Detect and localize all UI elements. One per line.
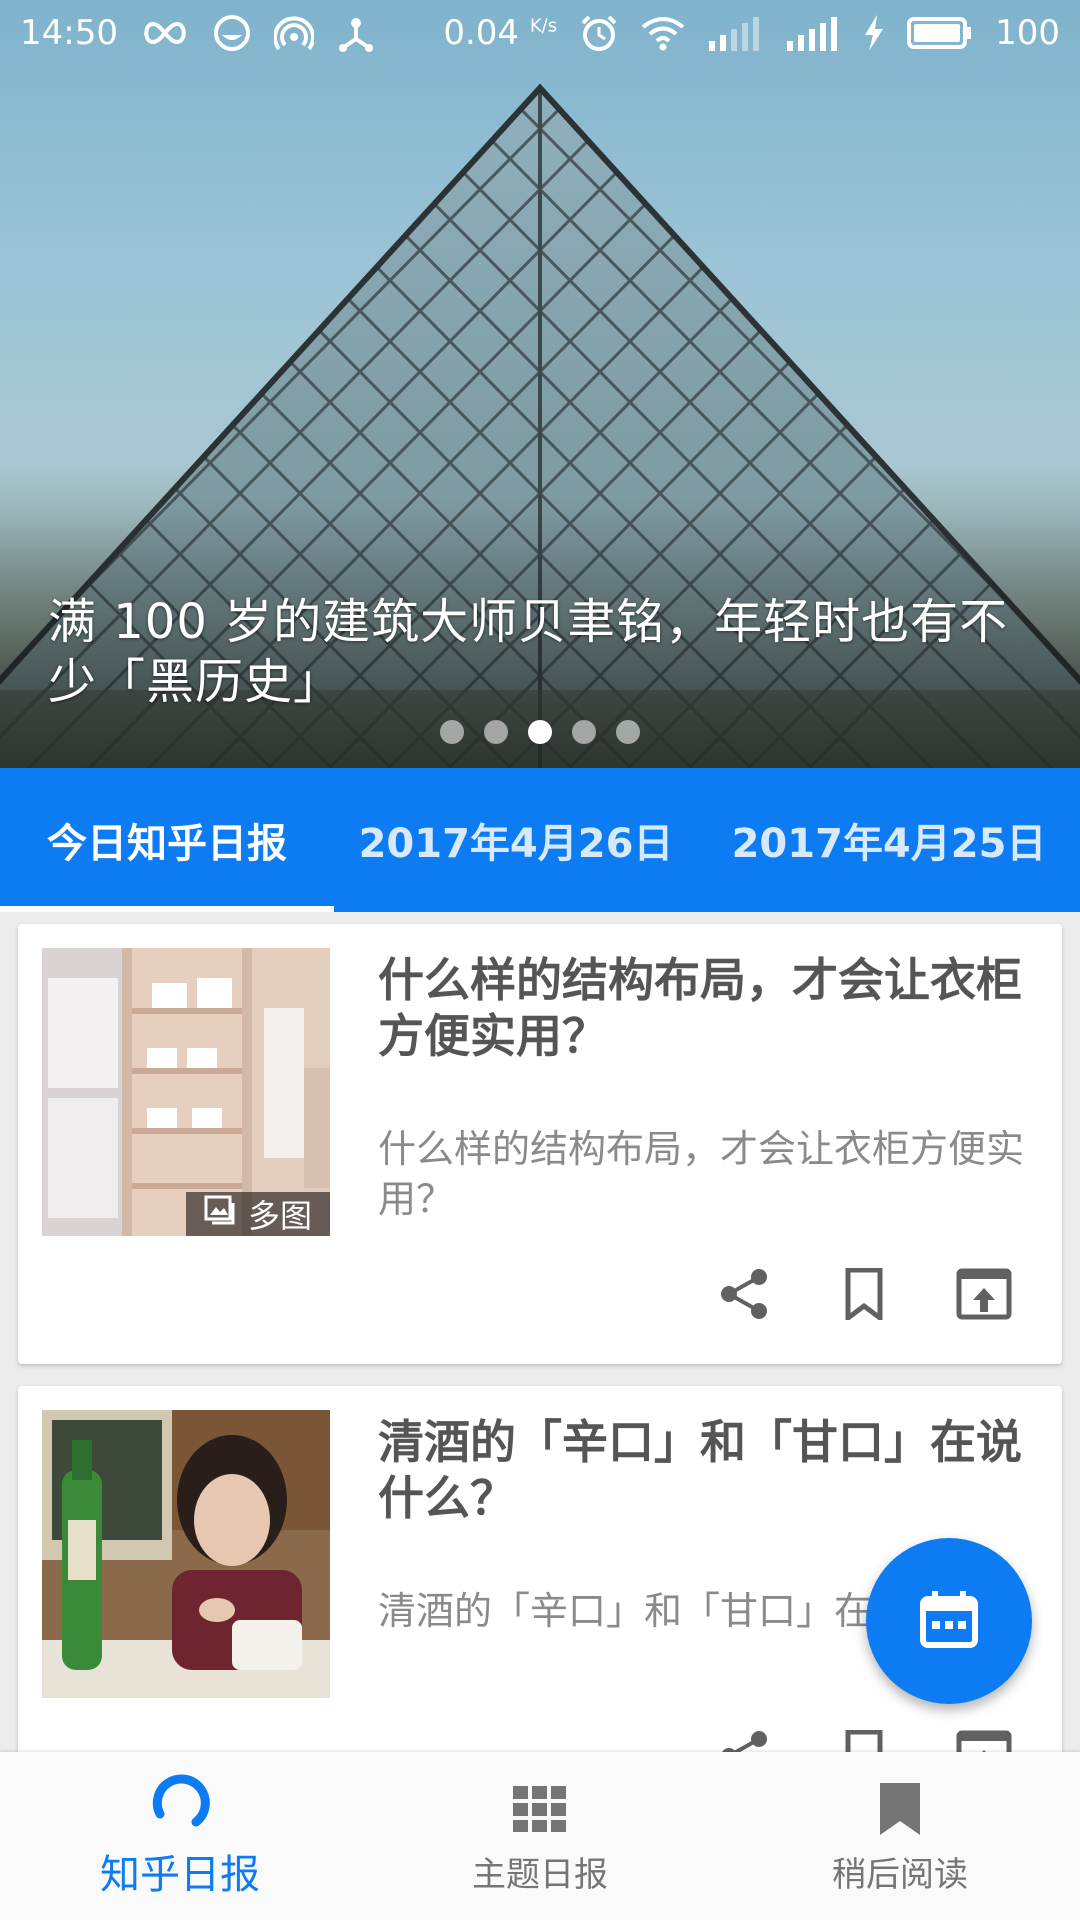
- infinity-icon: [140, 18, 190, 48]
- usb-icon: [336, 13, 376, 53]
- grid-icon: [513, 1777, 567, 1841]
- battery-icon: [907, 15, 973, 51]
- signal-icon: [785, 15, 841, 51]
- story-actions: [714, 1264, 1014, 1324]
- charging-icon: [863, 15, 885, 51]
- carousel-dots: [0, 720, 1080, 744]
- signal-icon: [707, 15, 763, 51]
- image-icon: [204, 1195, 236, 1233]
- open-external-icon[interactable]: [954, 1264, 1014, 1324]
- carousel-dot-active[interactable]: [528, 720, 552, 744]
- screen: 满 100 岁的建筑大师贝聿铭，年轻时也有不少「黑历史」 14:50 0.04 …: [0, 0, 1080, 1920]
- story-title[interactable]: 什么样的结构布局，才会让衣柜方便实用？: [378, 952, 1038, 1064]
- bookmark-icon[interactable]: [834, 1264, 894, 1324]
- status-bar: 14:50 0.04 K/s 100: [0, 0, 1080, 66]
- carousel-dot[interactable]: [616, 720, 640, 744]
- carousel-dot[interactable]: [484, 720, 508, 744]
- carousel-dot[interactable]: [440, 720, 464, 744]
- calendar-fab-button[interactable]: [866, 1538, 1032, 1704]
- status-time: 14:50: [20, 13, 118, 53]
- story-thumbnail[interactable]: [42, 1410, 330, 1698]
- multi-image-badge: 多图: [186, 1192, 330, 1236]
- network-speed-unit: K/s: [529, 15, 558, 37]
- bottom-navigation: 知乎日报 主题日报 稍后阅读: [0, 1752, 1080, 1920]
- battery-level: 100: [995, 13, 1060, 53]
- story-title[interactable]: 清酒的「辛口」和「甘口」在说什么？: [378, 1414, 1038, 1526]
- refresh-icon: [148, 1772, 212, 1836]
- date-tab-bar: 今日知乎日报 2017年4月26日 2017年4月25日: [0, 768, 1080, 912]
- sake-image: [42, 1410, 330, 1698]
- tab-date-2[interactable]: 2017年4月25日: [698, 768, 1080, 912]
- story-thumbnail[interactable]: 多图: [42, 948, 330, 1236]
- story-summary: 什么样的结构布局，才会让衣柜方便实用？: [378, 1127, 1025, 1221]
- bookmark-icon: [878, 1777, 922, 1841]
- carousel-dot[interactable]: [572, 720, 596, 744]
- nav-item-zhihu-daily[interactable]: 知乎日报: [0, 1752, 360, 1920]
- hero-banner[interactable]: 满 100 岁的建筑大师贝聿铭，年轻时也有不少「黑历史」: [0, 0, 1080, 768]
- share-icon[interactable]: [714, 1264, 774, 1324]
- face-icon: [212, 13, 252, 53]
- tab-today[interactable]: 今日知乎日报: [0, 768, 334, 912]
- network-speed-value: 0.04: [443, 13, 520, 53]
- calendar-icon: [920, 1589, 978, 1653]
- multi-image-label: 多图: [247, 1197, 312, 1235]
- tab-date-1[interactable]: 2017年4月26日: [334, 768, 698, 912]
- nav-label: 主题日报: [472, 1854, 608, 1895]
- hotspot-icon: [273, 13, 314, 53]
- hero-title[interactable]: 满 100 岁的建筑大师贝聿铭，年轻时也有不少「黑历史」: [48, 592, 1038, 712]
- nav-label: 稍后阅读: [832, 1854, 968, 1895]
- nav-item-topic-daily[interactable]: 主题日报: [360, 1752, 720, 1920]
- nav-item-read-later[interactable]: 稍后阅读: [720, 1752, 1080, 1920]
- story-card[interactable]: 多图 什么样的结构布局，才会让衣柜方便实用？ 什么样的结构布局，才会让衣柜方便实…: [18, 924, 1062, 1364]
- network-speed: 0.04 K/s: [443, 13, 557, 53]
- nav-label: 知乎日报: [100, 1852, 260, 1898]
- wifi-icon: [641, 15, 685, 51]
- alarm-icon: [579, 13, 619, 53]
